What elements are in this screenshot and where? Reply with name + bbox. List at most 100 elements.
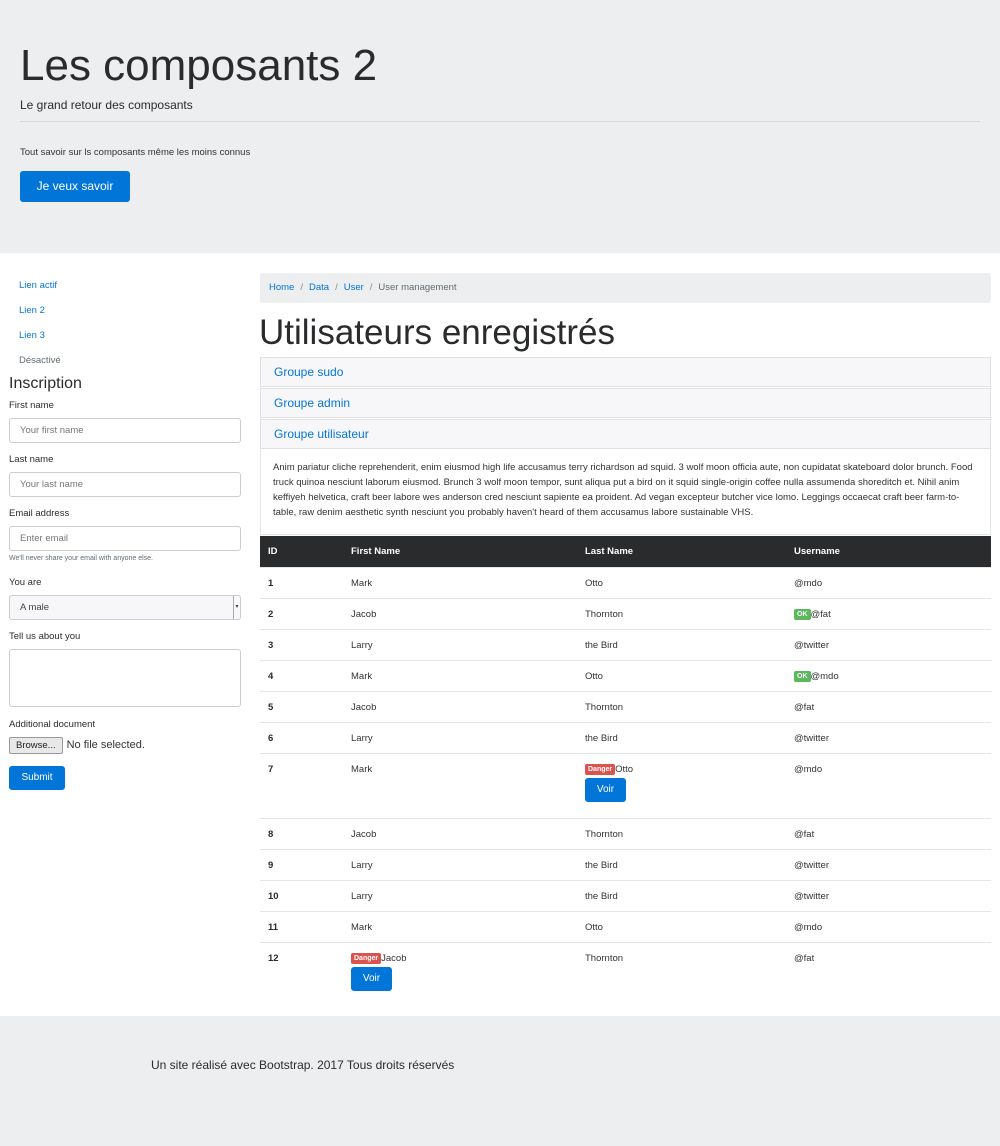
- cell-id-text: 12: [268, 953, 279, 964]
- breadcrumb-home[interactable]: Home: [269, 282, 294, 293]
- cell-id-text: 7: [268, 764, 274, 775]
- cell-first-name-text: Mark: [351, 578, 373, 589]
- divider: [20, 121, 980, 122]
- gender-select-value: A male: [20, 602, 50, 613]
- accordion-header-sudo[interactable]: Groupe sudo: [260, 357, 991, 387]
- table-row: 10 Larry the Bird @twitter: [260, 880, 991, 912]
- cell-first-name: Mark: [343, 567, 577, 599]
- cell-username: @mdo: [786, 567, 991, 599]
- cell-id: 5: [260, 691, 343, 723]
- nav-link-disabled: Désactivé: [19, 355, 61, 366]
- cell-id: 11: [260, 911, 343, 943]
- ok-badge: OK: [794, 671, 811, 682]
- nav-link-active[interactable]: Lien actif: [9, 276, 239, 301]
- cell-username-text: @mdo: [794, 578, 823, 589]
- cell-last-name-text: Thornton: [585, 702, 624, 713]
- cell-id-text: 5: [268, 702, 274, 713]
- cell-id: 2: [260, 598, 343, 630]
- cell-last-name-text: Otto: [615, 764, 634, 775]
- file-input: Browse... No file selected.: [9, 737, 145, 754]
- cell-first-name: Larry: [343, 722, 577, 754]
- cell-username: @twitter: [786, 880, 991, 912]
- cell-id-text: 6: [268, 733, 274, 744]
- cell-id-text: 3: [268, 640, 274, 651]
- cell-last-name: Thornton: [577, 691, 786, 723]
- nav-link-2[interactable]: Lien 2: [9, 301, 239, 326]
- cell-username: @mdo: [786, 753, 991, 819]
- cell-last-name-text: the Bird: [585, 860, 618, 871]
- cell-first-name-text: Jacob: [351, 609, 377, 620]
- table-row: 8 Jacob Thornton @fat: [260, 818, 991, 850]
- table-row: 2 Jacob Thornton OK @fat: [260, 598, 991, 630]
- table-row: 9 Larry the Bird @twitter: [260, 849, 991, 881]
- cell-first-name: Mark: [343, 911, 577, 943]
- form-title: Inscription: [9, 375, 82, 392]
- breadcrumb: Home / Data / User / User management: [260, 273, 991, 303]
- cell-id: 7: [260, 753, 343, 819]
- voir-button[interactable]: Voir: [351, 967, 392, 991]
- accordion-header-admin[interactable]: Groupe admin: [260, 388, 991, 418]
- table-row: 3 Larry the Bird @twitter: [260, 629, 991, 661]
- cell-last-name: Otto: [577, 660, 786, 692]
- cell-username: @fat: [786, 691, 991, 723]
- first-name-field[interactable]: Your first name: [9, 418, 241, 443]
- lead-text: Le grand retour des composants: [20, 98, 193, 112]
- cell-id-text: 11: [268, 922, 279, 933]
- table-row: 11 Mark Otto @mdo: [260, 911, 991, 943]
- cell-first-name-text: Mark: [351, 764, 373, 775]
- signup-form: Inscription First name Your first name L…: [9, 374, 241, 790]
- cell-first-name-text: Jacob: [351, 702, 377, 713]
- cell-last-name: the Bird: [577, 722, 786, 754]
- cell-id-text: 2: [268, 609, 274, 620]
- side-nav: Lien actif Lien 2 Lien 3 Désactivé: [9, 276, 239, 376]
- voir-button[interactable]: Voir: [585, 778, 626, 802]
- accordion-body: Anim pariatur cliche reprehenderit, enim…: [260, 449, 991, 535]
- last-name-field[interactable]: Your last name: [9, 472, 241, 497]
- cell-last-name-text: Thornton: [585, 609, 624, 620]
- groups-accordion: Groupe sudo Groupe admin Groupe utilisat…: [260, 357, 991, 535]
- table-header-row: ID First Name Last Name Username: [260, 536, 991, 568]
- page-title: Les composants 2: [20, 41, 378, 90]
- about-textarea[interactable]: [9, 649, 241, 707]
- cell-first-name: Jacob: [343, 818, 577, 850]
- breadcrumb-user[interactable]: User: [344, 282, 364, 293]
- table-row: 7 Mark Danger Otto Voir @mdo: [260, 753, 991, 819]
- cell-first-name-text: Jacob: [351, 829, 377, 840]
- cell-username: @mdo: [786, 911, 991, 943]
- cell-id-text: 10: [268, 891, 279, 902]
- breadcrumb-active: User management: [378, 282, 457, 293]
- nav-link-3[interactable]: Lien 3: [9, 326, 239, 351]
- cell-last-name-text: Otto: [585, 578, 603, 589]
- cell-last-name: the Bird: [577, 849, 786, 881]
- cell-id: 6: [260, 722, 343, 754]
- cell-username: @fat: [786, 818, 991, 850]
- footer: Un site réalisé avec Bootstrap. 2017 Tou…: [0, 1016, 1000, 1146]
- footer-text: Un site réalisé avec Bootstrap. 2017 Tou…: [151, 1058, 455, 1072]
- cell-last-name: Thornton: [577, 818, 786, 850]
- table-body: 1 Mark Otto @mdo 2 Jacob Thornton OK @fat 3 Larry t…: [260, 567, 991, 998]
- column-header-first-name: First Name: [343, 536, 577, 568]
- gender-select[interactable]: A male ▾: [9, 595, 241, 620]
- cell-last-name: the Bird: [577, 880, 786, 912]
- cell-username-text: @mdo: [810, 671, 839, 682]
- cell-first-name-text: Jacob: [381, 953, 407, 964]
- learn-more-button[interactable]: Je veux savoir: [20, 171, 130, 202]
- subtitle-text: Tout savoir sur ls composants même les m…: [20, 147, 251, 158]
- danger-badge: Danger: [351, 953, 382, 964]
- breadcrumb-data[interactable]: Data: [309, 282, 329, 293]
- document-label: Additional document: [9, 719, 96, 730]
- submit-button[interactable]: Submit: [9, 766, 65, 790]
- cell-first-name: Danger Jacob Voir: [343, 942, 577, 998]
- browse-button[interactable]: Browse...: [9, 737, 63, 754]
- accordion-header-users[interactable]: Groupe utilisateur: [260, 419, 991, 449]
- cell-first-name: Mark: [343, 753, 577, 819]
- table-row: 1 Mark Otto @mdo: [260, 567, 991, 599]
- cell-username: @fat: [786, 942, 991, 998]
- last-name-label: Last name: [9, 454, 54, 465]
- danger-badge: Danger: [585, 764, 616, 775]
- email-field[interactable]: Enter email: [9, 526, 241, 551]
- cell-last-name-text: the Bird: [585, 733, 618, 744]
- cell-first-name: Larry: [343, 880, 577, 912]
- section-title: Utilisateurs enregistrés: [259, 313, 615, 352]
- table-row: 6 Larry the Bird @twitter: [260, 722, 991, 754]
